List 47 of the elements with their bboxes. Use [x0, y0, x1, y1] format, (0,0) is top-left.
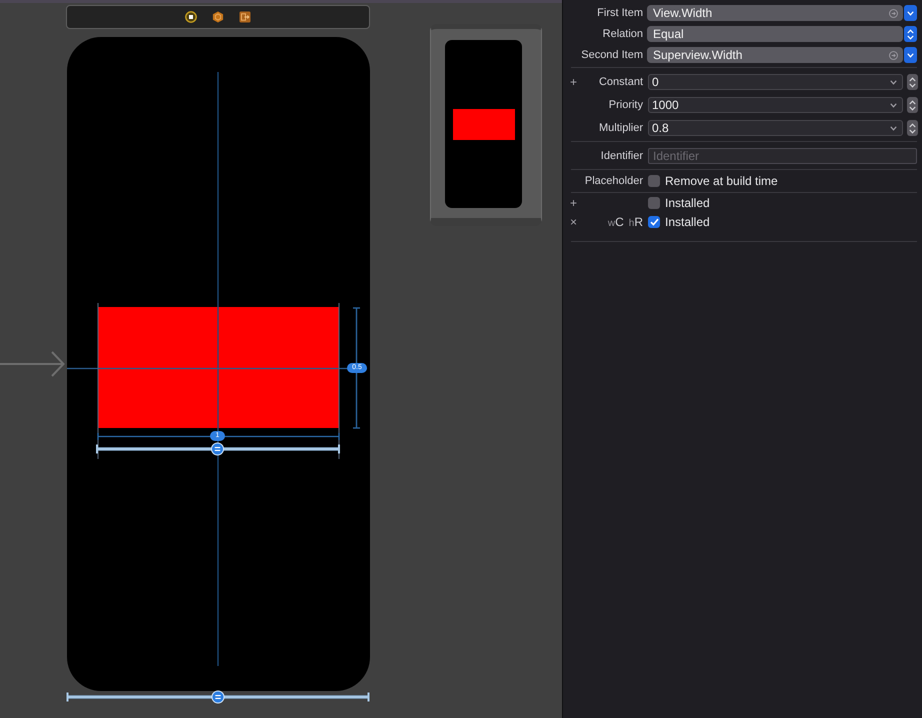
identifier-field[interactable]: Identifier	[648, 148, 917, 164]
check-icon	[650, 218, 658, 226]
field-label: Multiplier	[598, 120, 643, 136]
checkbox-label: Installed	[665, 214, 710, 231]
popup-button[interactable]	[904, 5, 917, 21]
checkbox-label: Installed	[665, 195, 710, 212]
combo-field[interactable]: 0	[648, 74, 903, 90]
add-button[interactable]: +	[570, 197, 578, 209]
chevron-down-icon	[890, 102, 897, 108]
chevron-down-icon	[890, 80, 897, 84]
popup-field[interactable]: View.Width	[647, 5, 903, 21]
popup-field[interactable]: Superview.Width	[647, 47, 903, 63]
square-in-circle-icon[interactable]	[185, 11, 197, 23]
up-down-chevron-icon	[909, 76, 916, 88]
field-label: Priority	[608, 98, 643, 113]
chevron-down-icon	[890, 126, 897, 130]
checkbox[interactable]	[648, 216, 660, 228]
chevron-down-icon	[907, 52, 914, 58]
up-down-chevron-icon	[907, 28, 914, 40]
field-label: First Item	[597, 6, 643, 21]
size-class-label: wC	[608, 214, 624, 231]
stepper[interactable]	[907, 120, 918, 136]
field-label: Second Item	[581, 48, 643, 63]
up-down-chevron-icon	[909, 100, 916, 110]
field-label: Relation	[602, 26, 643, 42]
add-button[interactable]: +	[570, 76, 578, 88]
combo-field[interactable]: 1000	[648, 97, 903, 113]
preview-view-rectangle	[453, 109, 515, 140]
field-label: Constant	[598, 74, 643, 90]
equal-icon	[212, 690, 224, 704]
field-label: Identifier	[600, 148, 643, 164]
combo-field[interactable]: 0.8	[648, 120, 903, 136]
checkbox[interactable]	[648, 175, 660, 187]
popup-field[interactable]: Equal	[647, 26, 903, 42]
up-down-chevron-icon	[909, 122, 916, 134]
stepper[interactable]	[907, 97, 918, 113]
stepper[interactable]	[907, 74, 918, 90]
chevron-down-icon	[907, 10, 914, 16]
entry-point-arrow	[0, 351, 65, 377]
remove-button[interactable]: ×	[570, 216, 578, 228]
checkbox[interactable]	[648, 197, 660, 209]
popup-button[interactable]	[904, 47, 917, 63]
checkbox-label: Remove at build time	[665, 173, 778, 190]
field-label: Placeholder	[584, 174, 643, 189]
size-class-label: hR	[628, 214, 643, 231]
cube-icon[interactable]	[212, 11, 224, 23]
popup-button[interactable]	[904, 26, 917, 42]
